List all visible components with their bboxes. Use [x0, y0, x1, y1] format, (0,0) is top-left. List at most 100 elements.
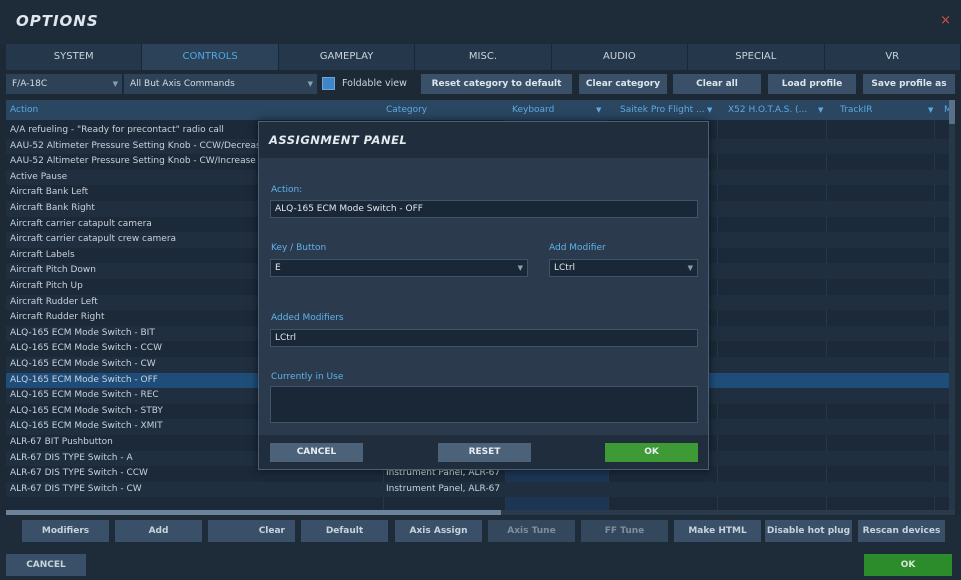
- key-button-value: E: [275, 263, 281, 273]
- row-action-cell: Aircraft carrier catapult camera: [10, 218, 152, 229]
- row-action-cell: AAU-52 Altimeter Pressure Setting Knob -…: [10, 156, 256, 167]
- modal-ok-button[interactable]: OK: [605, 443, 698, 462]
- axis-tune-button[interactable]: Axis Tune: [488, 520, 575, 542]
- ff-tune-button[interactable]: FF Tune: [581, 520, 668, 542]
- row-action-cell: ALQ-165 ECM Mode Switch - CCW: [10, 343, 162, 354]
- chevron-down-icon: ▼: [307, 80, 313, 88]
- command-filter-value: All But Axis Commands: [130, 79, 235, 89]
- tab-special[interactable]: SPECIAL: [688, 44, 825, 70]
- row-action-cell: ALQ-165 ECM Mode Switch - REC: [10, 390, 159, 401]
- row-action-cell: ALR-67 DIS TYPE Switch - A: [10, 452, 133, 463]
- add-modifier-value: LCtrl: [554, 263, 576, 273]
- command-filter-select[interactable]: All But Axis Commands ▼: [124, 74, 317, 94]
- row-action-cell: Aircraft Bank Right: [10, 203, 95, 213]
- disable-hot-plug-button[interactable]: Disable hot plug: [765, 520, 852, 542]
- row-action-cell: ALQ-165 ECM Mode Switch - STBY: [10, 405, 163, 416]
- tab-controls[interactable]: CONTROLS: [142, 44, 279, 70]
- cancel-button[interactable]: CANCEL: [6, 554, 86, 576]
- row-category-cell: Instrument Panel, ALR-67: [386, 483, 501, 494]
- save-profile-button[interactable]: Save profile as: [863, 74, 955, 94]
- vertical-scrollbar[interactable]: [949, 100, 955, 510]
- filter-bar: F/A-18C ▼ All But Axis Commands ▼ Foldab…: [6, 74, 961, 96]
- bottom-bar: Modifiers Add Clear Default Axis Assign …: [0, 516, 961, 580]
- row-action-cell: Aircraft Bank Left: [10, 187, 89, 198]
- action-label: Action:: [271, 185, 303, 195]
- row-action-cell: ALQ-165 ECM Mode Switch - CW: [10, 359, 156, 369]
- window-title: OPTIONS: [16, 12, 99, 30]
- added-modifiers-label: Added Modifiers: [271, 313, 344, 323]
- tab-misc[interactable]: MISC.: [415, 44, 552, 70]
- header-saitek[interactable]: Saitek Pro Flight ...: [620, 100, 705, 120]
- load-profile-button[interactable]: Load profile: [768, 74, 856, 94]
- scrollbar-thumb[interactable]: [6, 510, 501, 515]
- chevron-down-icon: ▼: [517, 264, 523, 272]
- row-action-cell: Aircraft carrier catapult crew camera: [10, 234, 177, 245]
- add-modifier-select[interactable]: LCtrl ▼: [549, 259, 698, 277]
- modal-title: ASSIGNMENT PANEL: [269, 133, 408, 147]
- row-action-cell: ALR-67 BIT Pushbutton: [10, 437, 113, 447]
- tab-gameplay[interactable]: GAMEPLAY: [279, 44, 416, 70]
- row-action-cell: ALQ-165 ECM Mode Switch - BIT: [10, 327, 155, 338]
- row-action-cell: Aircraft Pitch Down: [10, 265, 96, 276]
- aircraft-select-value: F/A-18C: [12, 79, 48, 89]
- table-row[interactable]: ALR-67 DIS TYPE Switch - CW Instrument Pa…: [6, 481, 955, 498]
- row-action-cell: Aircraft Labels: [10, 249, 75, 260]
- clear-button[interactable]: Clear: [208, 520, 295, 542]
- header-x52[interactable]: X52 H.O.T.A.S. (...: [728, 100, 807, 120]
- make-html-button[interactable]: Make HTML: [674, 520, 761, 542]
- axis-assign-button[interactable]: Axis Assign: [395, 520, 482, 542]
- rescan-devices-button[interactable]: Rescan devices: [858, 520, 945, 542]
- currently-in-use-label: Currently in Use: [271, 372, 344, 382]
- chevron-down-icon: ▼: [687, 264, 693, 272]
- tab-vr[interactable]: VR: [825, 44, 961, 70]
- action-field: ALQ-165 ECM Mode Switch - OFF: [270, 200, 698, 218]
- aircraft-select[interactable]: F/A-18C ▼: [6, 74, 122, 94]
- tab-system[interactable]: SYSTEM: [6, 44, 143, 70]
- clear-category-button[interactable]: Clear category: [579, 74, 667, 94]
- currently-in-use-box: [270, 386, 698, 423]
- scrollbar-thumb[interactable]: [949, 100, 955, 124]
- horizontal-scrollbar[interactable]: [6, 510, 955, 515]
- row-action-cell: Aircraft Rudder Left: [10, 296, 98, 307]
- row-action-cell: Active Pause: [10, 171, 68, 182]
- add-modifier-label: Add Modifier: [549, 243, 606, 253]
- tab-bar: SYSTEM CONTROLS GAMEPLAY MISC. AUDIO SPE…: [6, 44, 961, 70]
- modifiers-button[interactable]: Modifiers: [22, 520, 109, 542]
- add-button[interactable]: Add: [115, 520, 202, 542]
- row-action-cell: Aircraft Pitch Up: [10, 281, 83, 291]
- close-icon[interactable]: ×: [940, 13, 951, 28]
- table-header: Action Category Keyboard ▼ Saitek Pro Fl…: [6, 100, 955, 120]
- row-action-cell: AAU-52 Altimeter Pressure Setting Knob -…: [10, 140, 260, 151]
- added-modifiers-field: LCtrl: [270, 329, 698, 347]
- row-action-cell: ALR-67 DIS TYPE Switch - CW: [10, 483, 142, 494]
- header-category[interactable]: Category: [386, 100, 427, 120]
- reset-category-button[interactable]: Reset category to default: [421, 74, 572, 94]
- header-keyboard[interactable]: Keyboard: [512, 100, 554, 120]
- row-action-cell: A/A refueling - "Ready for precontact" r…: [10, 125, 224, 135]
- default-button[interactable]: Default: [301, 520, 388, 542]
- modal-cancel-button[interactable]: CANCEL: [270, 443, 363, 462]
- tab-audio[interactable]: AUDIO: [552, 44, 689, 70]
- ok-button[interactable]: OK: [864, 554, 952, 576]
- modal-reset-button[interactable]: RESET: [438, 443, 531, 462]
- modal-header: ASSIGNMENT PANEL: [259, 122, 708, 158]
- chevron-down-icon[interactable]: ▼: [707, 100, 712, 120]
- chevron-down-icon[interactable]: ▼: [818, 100, 823, 120]
- row-action-cell: Aircraft Rudder Right: [10, 312, 105, 323]
- clear-all-button[interactable]: Clear all: [673, 74, 761, 94]
- foldable-view-label: Foldable view: [342, 78, 407, 89]
- chevron-down-icon[interactable]: ▼: [928, 100, 933, 120]
- assignment-panel: ASSIGNMENT PANEL Action: ALQ-165 ECM Mod…: [258, 121, 709, 470]
- key-button-select[interactable]: E ▼: [270, 259, 528, 277]
- row-action-cell: ALR-67 DIS TYPE Switch - CCW: [10, 468, 148, 479]
- chevron-down-icon: ▼: [112, 80, 118, 88]
- modal-footer: CANCEL RESET OK: [259, 435, 708, 469]
- row-action-cell: ALQ-165 ECM Mode Switch - OFF: [10, 374, 158, 385]
- header-action[interactable]: Action: [10, 100, 38, 120]
- foldable-view-checkbox[interactable]: [322, 77, 335, 90]
- chevron-down-icon[interactable]: ▼: [596, 100, 601, 120]
- title-bar: OPTIONS ×: [0, 0, 961, 44]
- header-trackir[interactable]: TrackIR: [840, 100, 872, 120]
- key-button-label: Key / Button: [271, 243, 327, 253]
- row-action-cell: ALQ-165 ECM Mode Switch - XMIT: [10, 421, 163, 432]
